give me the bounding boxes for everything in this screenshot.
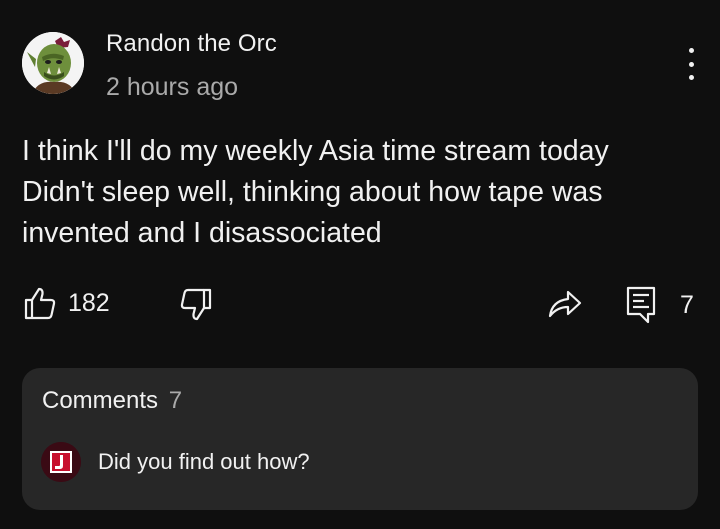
post-line: Didn't sleep well, thinking about how ta…: [22, 176, 603, 208]
comments-title: Comments: [42, 387, 159, 414]
menu-dot: [688, 75, 694, 80]
comments-button[interactable]: 7: [626, 286, 694, 324]
share-icon: [548, 290, 582, 318]
author-name[interactable]: Randon the Orc: [106, 30, 277, 58]
post-line: I think I'll do my weekly Asia time stre…: [22, 135, 609, 167]
comment-icon: [626, 286, 656, 324]
comments-count: 7: [168, 387, 183, 414]
comments-heading: Comments 7: [42, 387, 182, 415]
post-line: invented and I disassociated: [22, 217, 382, 249]
thumbs-up-icon: [24, 287, 56, 320]
post-timestamp: 2 hours ago: [106, 73, 239, 101]
thumbs-down-icon: [180, 288, 212, 321]
comments-panel[interactable]: Comments 7 Did you find out how?: [22, 368, 698, 510]
like-count: 182: [68, 288, 110, 317]
author-avatar[interactable]: [22, 32, 84, 94]
top-comment-text: Did you find out how?: [98, 449, 310, 474]
dislike-button[interactable]: [180, 288, 212, 322]
commenter-avatar[interactable]: [41, 442, 81, 482]
orc-avatar-icon: [22, 32, 84, 94]
share-button[interactable]: [548, 289, 582, 319]
menu-dot: [688, 48, 694, 53]
menu-dot: [688, 61, 694, 67]
post-body: I think I'll do my weekly Asia time stre…: [22, 131, 702, 254]
reply-count: 7: [680, 290, 694, 319]
more-vert-icon[interactable]: [678, 46, 704, 82]
letter-j-avatar-icon: [41, 442, 81, 482]
like-button[interactable]: 182: [24, 286, 110, 320]
community-post: Randon the Orc 2 hours ago I think I'll …: [0, 0, 720, 529]
